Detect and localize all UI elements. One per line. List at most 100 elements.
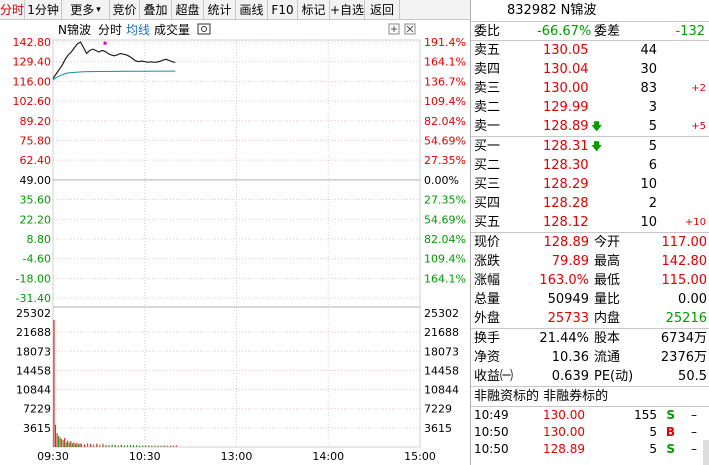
stat-value: 25733 xyxy=(547,311,589,326)
finance-label: 收益㈠ xyxy=(474,369,514,384)
buy-volume: 10 xyxy=(640,177,657,192)
sell-volume: 5 xyxy=(648,119,657,134)
finance-row: 收益㈠ 0.639 PE(动) 50.5 xyxy=(471,367,709,386)
price-tick-label: 49.00 xyxy=(20,174,52,187)
buy-level-label: 买五 xyxy=(474,215,501,230)
sell-price: 130.05 xyxy=(543,43,589,58)
toolbar-6-button[interactable]: 统计 xyxy=(204,0,236,19)
chart-stock-name: N锦波 xyxy=(58,23,91,37)
weibi-label: 委比 xyxy=(474,24,501,39)
finance-value: 50.5 xyxy=(678,369,707,384)
sell-level-label: 卖一 xyxy=(474,119,501,134)
toolbar-label: 竞价 xyxy=(112,3,137,17)
buy-price: 128.30 xyxy=(543,158,589,173)
stat-label: 内盘 xyxy=(594,311,621,326)
toolbar-5-button[interactable]: 超盘 xyxy=(172,0,204,19)
avg-line-label[interactable]: 均线 xyxy=(126,23,150,37)
stock-name: N锦波 xyxy=(560,3,597,18)
buy-volume: 10 xyxy=(640,215,657,230)
sell-level-row: 卖四 130.04 30 xyxy=(471,60,709,79)
volume-tick-label: 18073 xyxy=(16,345,51,358)
stat-row: 涨跌 79.89 最高 142.80 xyxy=(471,252,709,271)
chart-canvas[interactable]: N锦波 分时 均线 成交量 142.80 191.4% 129.40 164.1% 116.00… xyxy=(0,20,470,465)
quote-panel: 832982 N锦波 委比 -66.67% 委差 -132 卖五 130.05 44… xyxy=(470,0,709,465)
buy-level-row: 买二 128.30 6 xyxy=(471,156,709,175)
buy-price: 128.31 xyxy=(543,139,589,154)
volume-tick-label: 7229 xyxy=(23,403,51,416)
sell-volume: 3 xyxy=(648,100,657,115)
sell-orderbook: 卖五 130.05 44 卖四 130.04 30 卖三 130.00 83 +2 卖二 129.99… xyxy=(471,41,709,137)
toolbar-11-button[interactable]: 返回 xyxy=(365,0,400,19)
toolbar-7-button[interactable]: 画线 xyxy=(236,0,268,19)
volume-tick-label-right: 25302 xyxy=(424,307,459,320)
volume-tick-label-right: 10844 xyxy=(424,384,459,397)
finance-value: 10.36 xyxy=(551,350,589,365)
camera-icon[interactable] xyxy=(197,23,211,35)
pct-tick-label: 27.35% xyxy=(424,154,466,167)
buy-level-label: 买一 xyxy=(474,139,501,154)
sell-price: 128.89 xyxy=(543,119,589,134)
volume-tick-label: 3615 xyxy=(23,422,51,435)
close-box-icon[interactable] xyxy=(404,23,416,35)
down-arrow-icon: 🡇 xyxy=(591,120,603,133)
tick-side: S xyxy=(666,408,675,422)
stat-label: 外盘 xyxy=(474,311,501,326)
stat-row: 外盘 25733 内盘 25216 xyxy=(471,309,709,328)
tick-row[interactable]: 10:50 128.89 5 S – xyxy=(471,441,709,458)
stock-code: 832982 xyxy=(507,3,557,18)
top-toolbar: 分时 1分钟 更多 ▾ 竞价 叠加 超盘 统计 画线 F10 标记 +自选 返回 xyxy=(0,0,470,20)
toolbar-8-button[interactable]: F10 xyxy=(268,0,298,19)
quote-stats: 现价 128.89 今开 117.00 涨跌 79.89 最高 142.80 涨幅 163.0% 最… xyxy=(471,233,709,329)
buy-level-label: 买四 xyxy=(474,196,501,211)
finance-label: 股本 xyxy=(594,331,621,346)
plus-box-icon[interactable] xyxy=(388,23,400,35)
pct-tick-label: 82.04% xyxy=(424,115,466,128)
price-tick-label: 142.80 xyxy=(13,36,52,49)
toolbar-10-button[interactable]: +自选 xyxy=(330,0,365,19)
trade-marker xyxy=(103,41,107,45)
sell-price: 130.04 xyxy=(543,62,589,77)
toolbar-3-button[interactable]: 竞价 xyxy=(110,0,140,19)
price-tick-label: -18.00 xyxy=(16,272,51,285)
tick-row[interactable]: 10:50 130.00 5 B – xyxy=(471,424,709,441)
buy-change: +10 xyxy=(684,217,706,228)
tick-row[interactable]: 10:49 130.00 155 S – xyxy=(471,407,709,424)
sell-volume: 83 xyxy=(640,81,657,96)
finance-label: 净资 xyxy=(474,350,501,365)
buy-level-row: 买三 128.29 10 xyxy=(471,175,709,194)
timeline-label[interactable]: 分时 xyxy=(98,23,122,37)
volume-label[interactable]: 成交量 xyxy=(154,22,190,37)
buy-level-label: 买二 xyxy=(474,158,501,173)
price-tick-label: -31.40 xyxy=(16,292,51,305)
stat-label: 最低 xyxy=(594,273,621,288)
stat-label: 涨跌 xyxy=(474,254,501,269)
weicha-value: -132 xyxy=(675,24,705,39)
tick-list[interactable]: 10:49 130.00 155 S – 10:50 130.00 5 B – 10:50 128.8… xyxy=(471,407,709,458)
toolbar-4-button[interactable]: 叠加 xyxy=(140,0,172,19)
toolbar-2-button[interactable]: 更多 ▾ xyxy=(62,0,110,19)
toolbar-1-button[interactable]: 1分钟 xyxy=(25,0,62,19)
volume-tick-label-right: 7229 xyxy=(424,403,452,416)
tick-time: 10:50 xyxy=(474,442,509,456)
stat-value: 117.00 xyxy=(661,235,708,250)
tick-price: 130.00 xyxy=(543,408,585,422)
toolbar-9-button[interactable]: 标记 xyxy=(298,0,330,19)
finance-stats: 换手 21.44% 股本 6734万 净资 10.36 流通 2376万 收益㈠ 0.639 PE(… xyxy=(471,329,709,387)
pct-tick-label: 109.4% xyxy=(424,95,466,108)
intraday-chart[interactable]: N锦波 分时 均线 成交量 142.80 191.4% 129.40 164.1% 116.00… xyxy=(0,20,470,465)
buy-price: 128.28 xyxy=(543,196,589,211)
pct-tick-label: 82.04% xyxy=(424,233,466,246)
price-tick-label: 8.80 xyxy=(27,233,52,246)
pct-tick-label: 109.4% xyxy=(424,253,466,266)
sell-change: +2 xyxy=(691,83,706,94)
pct-tick-label: 191.4% xyxy=(424,36,466,49)
tick-scrollbar[interactable] xyxy=(703,440,709,465)
stat-value: 25216 xyxy=(665,311,707,326)
stat-row: 总量 50949 量比 0.00 xyxy=(471,290,709,309)
toolbar-0-button[interactable]: 分时 xyxy=(0,0,25,19)
sell-level-label: 卖二 xyxy=(474,100,501,115)
sell-level-row: 卖二 129.99 3 xyxy=(471,98,709,117)
price-tick-label: 22.20 xyxy=(20,213,52,226)
tick-side: B xyxy=(665,425,675,439)
tick-price: 130.00 xyxy=(543,425,585,439)
